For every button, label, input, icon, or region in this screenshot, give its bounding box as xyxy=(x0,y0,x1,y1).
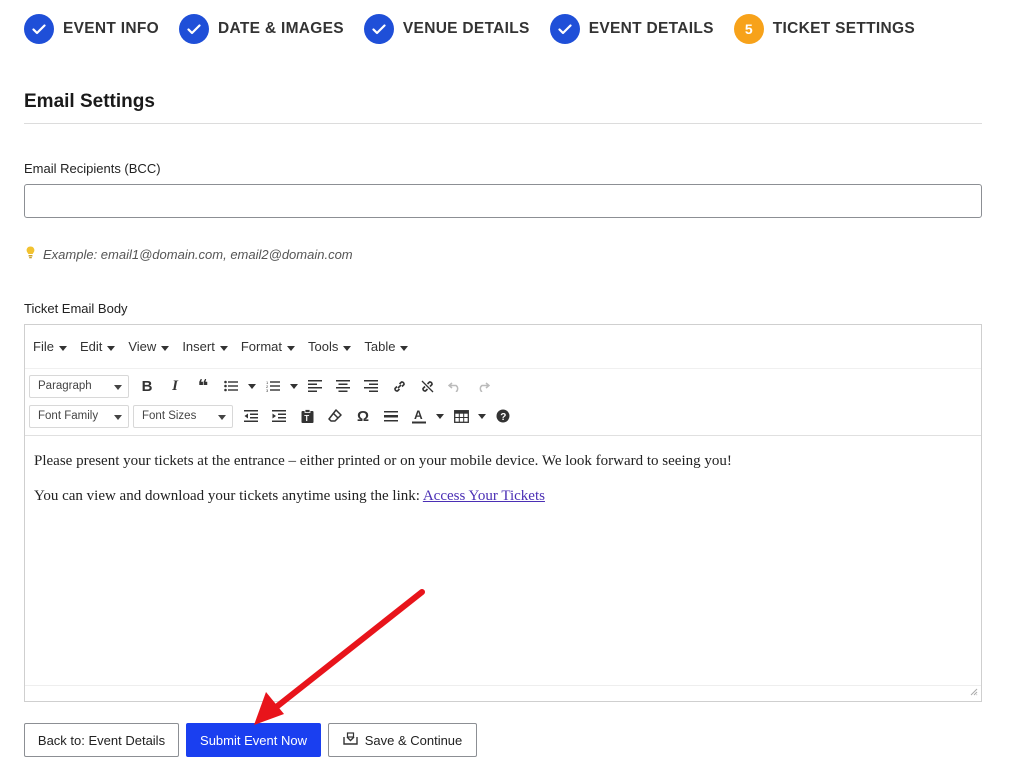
align-right-icon[interactable] xyxy=(357,373,385,399)
bcc-input[interactable] xyxy=(24,184,982,218)
step-number: 5 xyxy=(733,14,764,44)
editor-content[interactable]: Please present your tickets at the entra… xyxy=(34,450,732,520)
progress-stepper: EVENT INFO DATE & IMAGES VENUE DETAILS E… xyxy=(24,14,935,44)
redo-icon[interactable] xyxy=(469,373,497,399)
align-left-icon[interactable] xyxy=(301,373,329,399)
divider xyxy=(24,123,982,124)
caret-down-icon xyxy=(107,345,116,351)
step-label: EVENT DETAILS xyxy=(588,20,714,37)
caret-down-icon xyxy=(114,385,122,390)
align-center-icon[interactable] xyxy=(329,373,357,399)
step-event-details[interactable]: EVENT DETAILS xyxy=(549,14,714,44)
caret-down-icon xyxy=(400,345,409,351)
step-date-images[interactable]: DATE & IMAGES xyxy=(179,14,344,44)
blockquote-icon[interactable]: ❝ xyxy=(189,373,217,399)
bold-icon[interactable]: B xyxy=(133,373,161,399)
paste-text-icon[interactable]: T xyxy=(293,403,321,429)
rich-text-editor: File Edit View Insert Format Tools Table… xyxy=(24,324,982,702)
section-title: Email Settings xyxy=(24,91,155,112)
caret-down-icon[interactable] xyxy=(245,373,259,399)
save-continue-label: Save & Continue xyxy=(364,732,463,748)
help-icon[interactable]: ? xyxy=(489,403,517,429)
menu-insert[interactable]: Insert xyxy=(182,339,228,354)
step-label: DATE & IMAGES xyxy=(218,20,344,37)
indent-icon[interactable] xyxy=(265,403,293,429)
submit-event-button[interactable]: Submit Event Now xyxy=(186,723,321,757)
resize-handle-icon[interactable] xyxy=(970,688,978,699)
caret-down-icon[interactable] xyxy=(433,403,447,429)
content-paragraph: You can view and download your tickets a… xyxy=(34,488,545,504)
svg-text:?: ? xyxy=(500,412,506,423)
caret-down-icon xyxy=(58,345,67,351)
email-body-label: Ticket Email Body xyxy=(24,301,128,316)
step-event-info[interactable]: EVENT INFO xyxy=(24,14,159,44)
font-size-select[interactable]: Font Sizes xyxy=(133,404,233,428)
caret-down-icon[interactable] xyxy=(475,403,489,429)
caret-down-icon xyxy=(343,345,352,351)
checkmark-icon xyxy=(549,14,580,44)
caret-down-icon xyxy=(218,415,226,420)
hint: Example: email1@domain.com, email2@domai… xyxy=(26,246,353,262)
save-continue-button[interactable]: Save & Continue xyxy=(328,723,477,757)
bcc-label: Email Recipients (BCC) xyxy=(24,161,161,176)
special-character-icon[interactable]: Ω xyxy=(349,403,377,429)
lightbulb-icon xyxy=(26,246,35,262)
checkmark-icon xyxy=(24,14,54,44)
menu-file[interactable]: File xyxy=(33,339,67,354)
step-ticket-settings[interactable]: 5 TICKET SETTINGS xyxy=(733,14,916,44)
editor-toolbar-row-1: Paragraph B I ❝ 123 xyxy=(29,373,497,399)
step-label: VENUE DETAILS xyxy=(402,20,530,37)
editor-menubar: File Edit View Insert Format Tools Table xyxy=(25,325,981,369)
menu-view[interactable]: View xyxy=(128,339,170,354)
horizontal-line-icon[interactable] xyxy=(377,403,405,429)
step-venue-details[interactable]: VENUE DETAILS xyxy=(363,14,530,44)
caret-down-icon xyxy=(219,345,228,351)
text-color-icon[interactable]: A xyxy=(405,403,433,429)
step-label: TICKET SETTINGS xyxy=(772,20,916,37)
menu-tools[interactable]: Tools xyxy=(308,339,352,354)
content-paragraph: Please present your tickets at the entra… xyxy=(34,453,732,469)
italic-icon[interactable]: I xyxy=(161,373,189,399)
numbered-list-icon[interactable]: 123 xyxy=(259,373,287,399)
font-family-select[interactable]: Font Family xyxy=(29,404,129,428)
paragraph-select[interactable]: Paragraph xyxy=(29,374,129,398)
clear-formatting-icon[interactable] xyxy=(321,403,349,429)
bullet-list-icon[interactable] xyxy=(217,373,245,399)
outdent-icon[interactable] xyxy=(237,403,265,429)
back-to-event-details-button[interactable]: Back to: Event Details xyxy=(24,723,179,757)
save-icon xyxy=(343,732,358,748)
undo-icon[interactable] xyxy=(441,373,469,399)
svg-text:T: T xyxy=(304,414,309,423)
toolbar-divider xyxy=(25,435,981,436)
hint-text: Example: email1@domain.com, email2@domai… xyxy=(43,246,353,262)
step-label: EVENT INFO xyxy=(63,20,160,37)
access-tickets-link[interactable]: Access Your Tickets xyxy=(423,488,545,504)
checkmark-icon xyxy=(363,14,394,44)
menu-table[interactable]: Table xyxy=(364,339,409,354)
link-icon[interactable] xyxy=(385,373,413,399)
menu-format[interactable]: Format xyxy=(241,339,295,354)
table-icon[interactable] xyxy=(447,403,475,429)
editor-toolbar-row-2: Font Family Font Sizes T Ω A ? xyxy=(29,403,517,429)
menu-edit[interactable]: Edit xyxy=(80,339,116,354)
caret-down-icon xyxy=(287,345,295,351)
unlink-icon[interactable] xyxy=(413,373,441,399)
checkmark-icon xyxy=(179,14,210,44)
caret-down-icon xyxy=(161,345,170,351)
svg-text:3: 3 xyxy=(266,388,269,392)
caret-down-icon[interactable] xyxy=(287,373,301,399)
caret-down-icon xyxy=(114,415,122,420)
editor-statusbar xyxy=(25,685,981,701)
svg-text:A: A xyxy=(414,408,423,422)
